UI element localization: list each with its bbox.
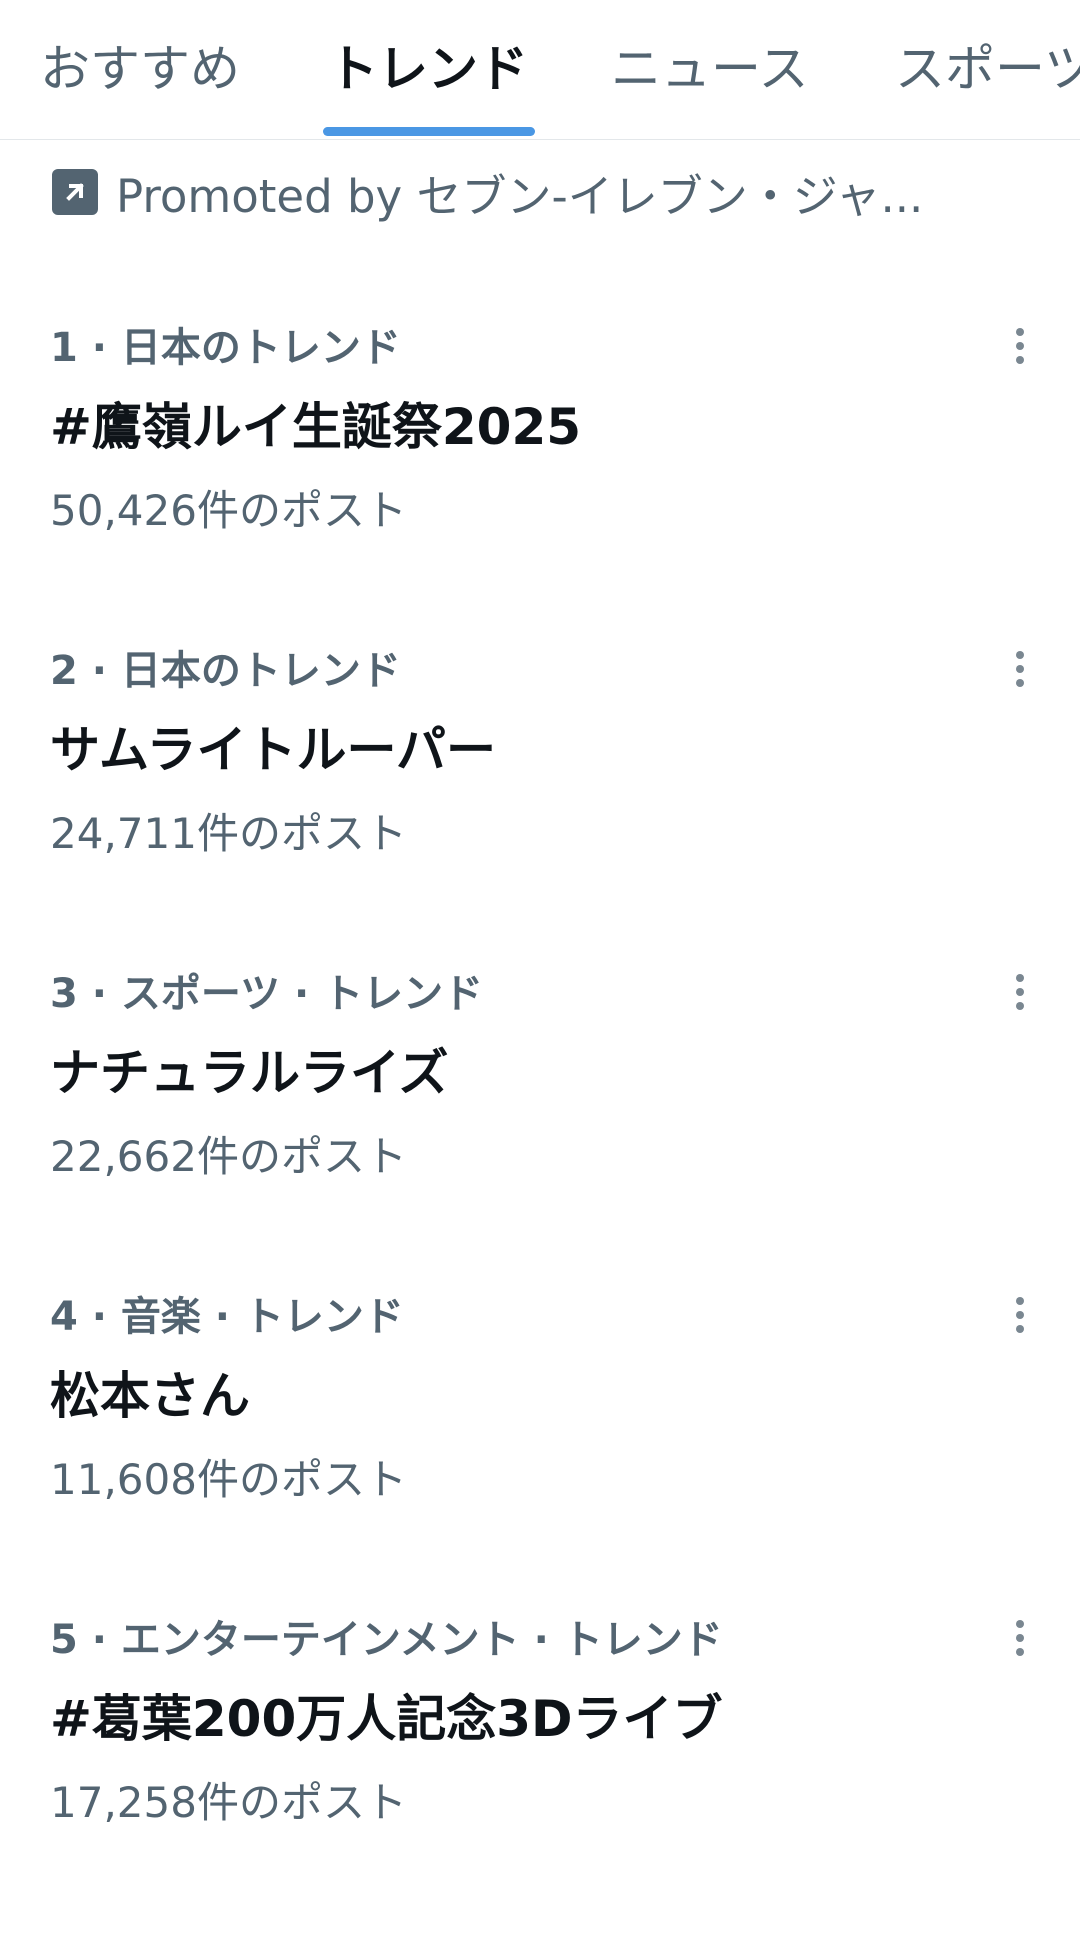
more-options-icon[interactable] (996, 643, 1044, 695)
trend-post-count: 11,608件のポスト (50, 1455, 407, 1504)
promoted-label: Promoted by セブン‐イレブン・ジャ... (116, 169, 924, 223)
trend-name: #葛葉200万人記念3Dライブ (50, 1690, 723, 1748)
trend-post-count: 50,426件のポスト (50, 486, 407, 535)
more-options-icon[interactable] (996, 320, 1044, 372)
tab-sports[interactable]: スポーツ (895, 0, 1080, 139)
more-options-icon[interactable] (996, 1612, 1044, 1664)
trend-item[interactable]: 3 · スポーツ · トレンド ナチュラルライズ 22,662件のポスト (0, 966, 1080, 1289)
trend-context: 2 · 日本のトレンド (50, 648, 401, 694)
trend-context: 4 · 音楽 · トレンド (50, 1294, 404, 1340)
trend-name: ナチュラルライズ (50, 1044, 449, 1102)
trend-item[interactable]: 4 · 音楽 · トレンド 松本さん 11,608件のポスト (0, 1289, 1080, 1612)
trend-item[interactable]: 1 · 日本のトレンド #鷹嶺ルイ生誕祭2025 50,426件のポスト (0, 320, 1080, 643)
promoted-trend[interactable]: Promoted by セブン‐イレブン・ジャ... (52, 162, 924, 223)
trend-name: #鷹嶺ルイ生誕祭2025 (50, 398, 582, 456)
trend-post-count: 22,662件のポスト (50, 1132, 407, 1181)
trend-post-count: 24,711件のポスト (50, 809, 407, 858)
trend-context: 3 · スポーツ · トレンド (50, 971, 484, 1017)
trend-name: サムライトルーパー (50, 721, 496, 779)
trend-context: 1 · 日本のトレンド (50, 325, 401, 371)
tab-bar: おすすめ トレンド ニュース スポーツ (0, 0, 1080, 140)
tab-trending[interactable]: トレンド (328, 0, 528, 139)
tab-recommended[interactable]: おすすめ (40, 0, 240, 139)
active-tab-indicator (323, 127, 535, 136)
promoted-arrow-icon (52, 169, 98, 215)
trend-item[interactable]: 2 · 日本のトレンド サムライトルーパー 24,711件のポスト (0, 643, 1080, 966)
trend-name: 松本さん (50, 1367, 250, 1425)
trend-post-count: 17,258件のポスト (50, 1778, 407, 1827)
tab-news[interactable]: ニュース (611, 0, 809, 139)
trend-item[interactable]: 5 · エンターテインメント · トレンド #葛葉200万人記念3Dライブ 17… (0, 1612, 1080, 1935)
more-options-icon[interactable] (996, 1289, 1044, 1341)
trend-context: 5 · エンターテインメント · トレンド (50, 1617, 723, 1663)
more-options-icon[interactable] (996, 966, 1044, 1018)
